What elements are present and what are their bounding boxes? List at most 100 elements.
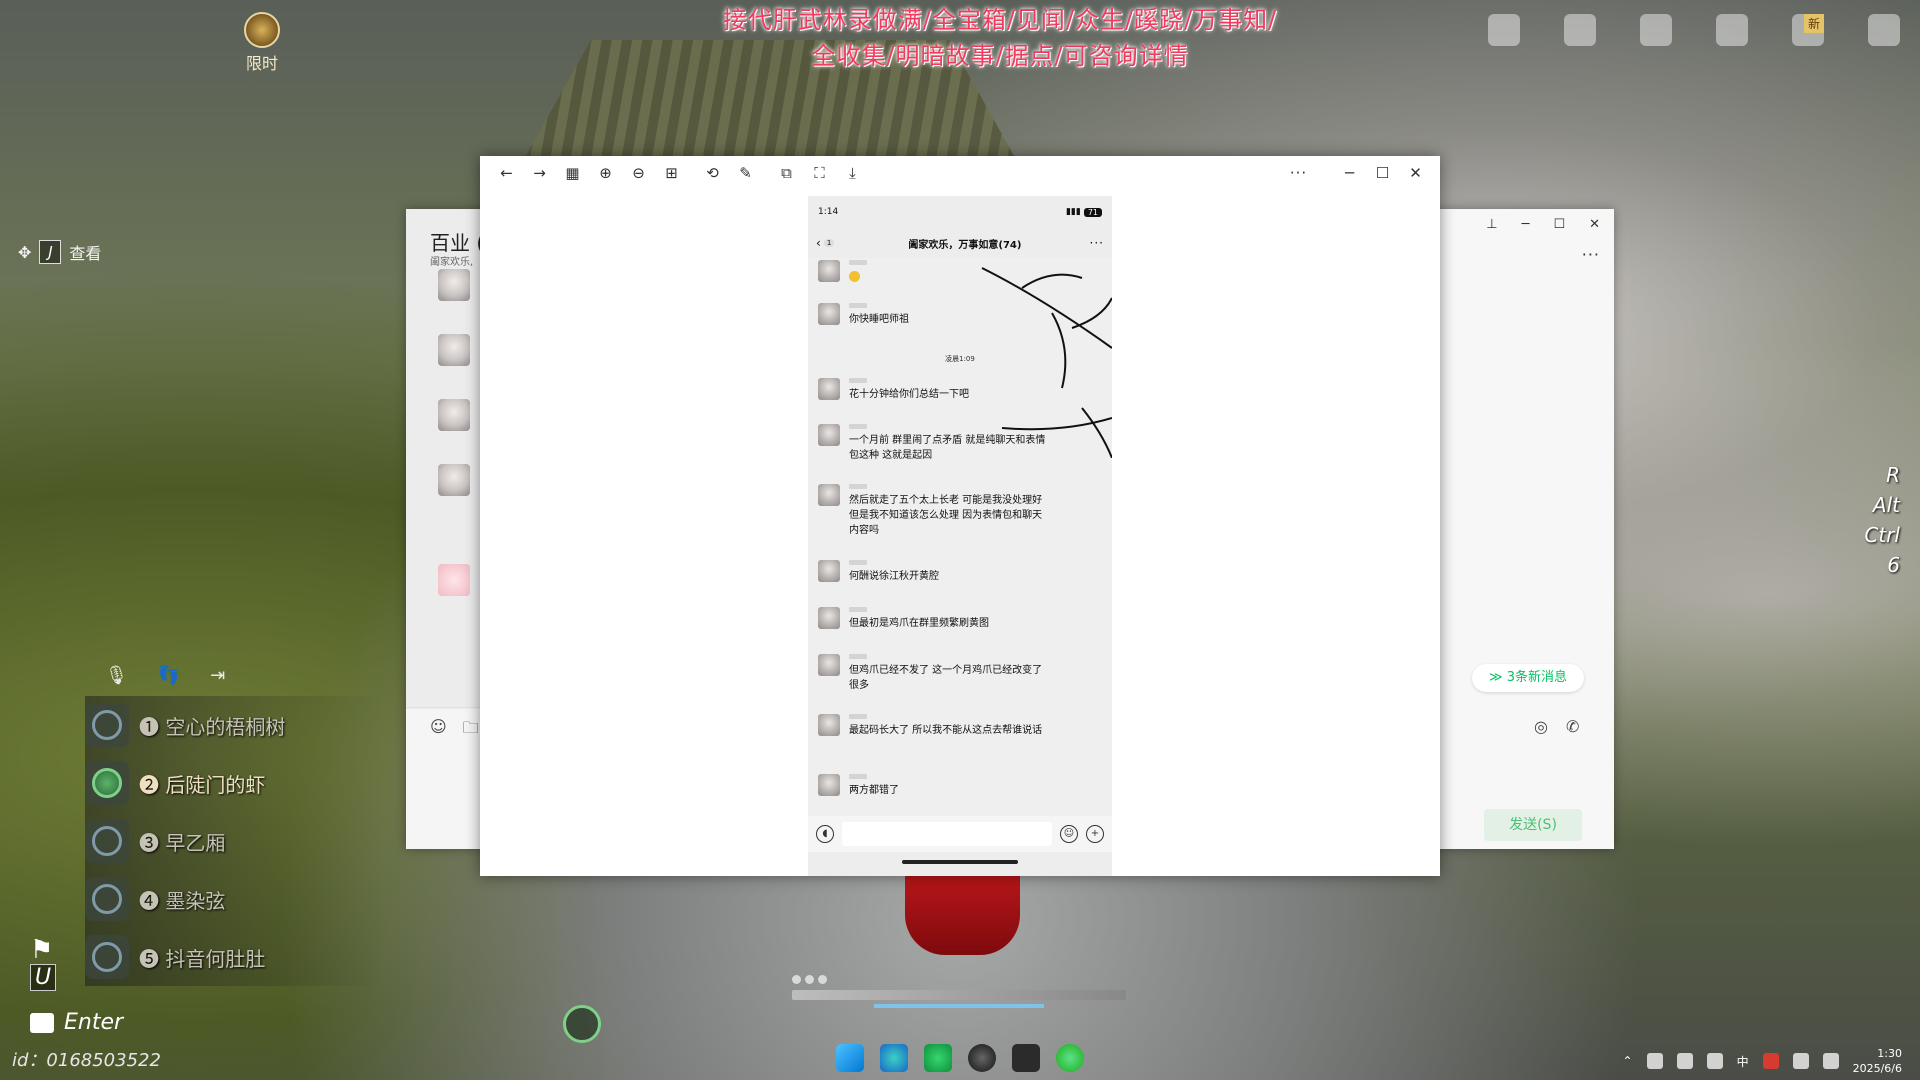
team-member[interactable]: ❹ 墨染弦 — [85, 870, 385, 928]
book-icon[interactable] — [1716, 14, 1748, 46]
footsteps-icon[interactable]: 👣 — [158, 665, 180, 686]
folder-icon[interactable]: 🗀 — [463, 717, 479, 744]
avatar — [818, 260, 840, 282]
message-text: 你快睡吧师祖 — [849, 314, 909, 325]
wechat-icon[interactable] — [1056, 1044, 1084, 1072]
windows-start-icon[interactable] — [836, 1044, 864, 1072]
tray-expand-icon[interactable]: ⌃ — [1623, 1054, 1633, 1068]
ime-indicator[interactable]: 中 — [1737, 1053, 1749, 1070]
avatar[interactable] — [438, 334, 470, 366]
chat-message: 花十分钟给你们总结一下吧 — [818, 378, 1098, 402]
flag-icon: ⚑ — [30, 935, 54, 965]
edit-icon[interactable]: ✎ — [729, 159, 762, 187]
pin-icon[interactable]: ⊥ — [1486, 217, 1497, 232]
shield-icon[interactable] — [1564, 14, 1596, 46]
network-icon[interactable] — [1792, 1053, 1809, 1069]
send-button[interactable]: 发送(S) — [1484, 809, 1582, 841]
member-status-icon — [85, 703, 129, 747]
clock[interactable]: 1:30 2025/6/6 — [1853, 1046, 1902, 1076]
phone-status-bar: 1:14 ▮▮▮ 71 — [808, 196, 1112, 228]
zoom-in-icon[interactable]: ⊕ — [589, 159, 622, 187]
team-member[interactable]: ❷ 后陡门的虾 — [85, 754, 385, 812]
volume-icon[interactable] — [1822, 1053, 1839, 1069]
avatar[interactable] — [438, 564, 470, 596]
avatar — [818, 424, 840, 446]
phone-icon[interactable]: ✆ — [1566, 717, 1579, 736]
avatar[interactable] — [438, 464, 470, 496]
clock-date: 2025/6/6 — [1852, 1062, 1902, 1075]
message-text: 然后就走了五个太上长老 可能是我没处理好 但是我不知道该怎么处理 因为表情包和聊… — [849, 495, 1043, 536]
camera-icon[interactable] — [1640, 14, 1672, 46]
emoji-icon[interactable]: ☺ — [430, 717, 447, 744]
actual-size-icon[interactable]: ⊞ — [655, 159, 688, 187]
grid-icon[interactable]: ▦ — [556, 159, 589, 187]
obs-icon[interactable] — [968, 1044, 996, 1072]
more-icon: ··· — [1089, 236, 1104, 250]
rotate-icon[interactable]: ⟲ — [696, 159, 729, 187]
more-icon[interactable]: ··· — [1582, 245, 1600, 264]
bg-chat-subtitle: 阖家欢乐, — [430, 257, 474, 268]
screenshot-icon[interactable]: ⛶ — [803, 159, 836, 187]
message-text: 一个月前 群里闹了点矛盾 就是纯聊天和表情包这种 这就是起因 — [849, 435, 1046, 461]
home-indicator — [902, 860, 1018, 864]
stamina-bar — [792, 975, 1126, 1011]
tray-app-icon[interactable] — [1646, 1053, 1663, 1069]
game-app-icon[interactable] — [1012, 1044, 1040, 1072]
bg-chat-title: 百业 ( — [430, 231, 485, 255]
viewer-window-controls: ··· ─ ☐ ✕ — [1282, 156, 1432, 190]
zoom-out-icon[interactable]: ⊖ — [622, 159, 655, 187]
mic-icon[interactable]: 🎙 — [105, 665, 128, 686]
close-icon[interactable]: ✕ — [1399, 159, 1432, 187]
team-member[interactable]: ❶ 空心的梧桐树 — [85, 696, 385, 754]
view-hint[interactable]: ✥ J 查看 — [18, 240, 101, 264]
chat-bubble-icon — [30, 1012, 54, 1033]
message-timestamp: 凌晨1:09 — [945, 355, 975, 363]
game-chat-hint[interactable]: Enter — [30, 1010, 123, 1035]
minimize-icon[interactable]: ─ — [1522, 217, 1530, 232]
app-green-icon[interactable] — [924, 1044, 952, 1072]
key-hint-r: R — [1886, 463, 1900, 487]
team-member[interactable]: ❺ 抖音何肚肚 — [85, 928, 385, 986]
avatar[interactable] — [438, 399, 470, 431]
avatar — [818, 303, 840, 325]
system-tray: ⌃ 中 1:30 2025/6/6 — [1623, 1046, 1902, 1076]
steam-icon[interactable] — [1676, 1053, 1693, 1069]
flag-hint[interactable]: ⚑ U — [30, 935, 57, 991]
avatar — [818, 607, 840, 629]
avatar — [818, 484, 840, 506]
maximize-icon[interactable]: ☐ — [1366, 159, 1399, 187]
limited-time-event[interactable]: 限时 — [232, 12, 292, 73]
member-name: 空心的梧桐树 — [165, 714, 286, 739]
download-icon[interactable]: ⤓ — [836, 159, 869, 187]
hud-top-right — [1488, 14, 1900, 46]
member-status-icon — [85, 935, 129, 979]
voice-mic-icon[interactable] — [563, 1005, 601, 1043]
arrow-left-icon[interactable]: ← — [490, 159, 523, 187]
copy-icon[interactable]: ⧉ — [770, 159, 803, 187]
avatar[interactable] — [438, 269, 470, 301]
more-icon[interactable]: ··· — [1282, 159, 1315, 187]
minimize-icon[interactable]: ─ — [1333, 159, 1366, 187]
avatar — [818, 654, 840, 676]
figure-icon[interactable] — [1792, 14, 1824, 46]
exit-icon[interactable]: ⇥ — [210, 665, 225, 686]
edge-icon[interactable] — [880, 1044, 908, 1072]
member-number: ❸ — [139, 830, 159, 855]
member-name: 后陡门的虾 — [165, 772, 266, 797]
sogou-icon[interactable] — [1762, 1053, 1779, 1069]
team-member[interactable]: ❸ 早乙厢 — [85, 812, 385, 870]
battery-level: 71 — [1083, 207, 1102, 217]
view-label: 查看 — [69, 244, 102, 263]
menu-icon[interactable] — [1868, 14, 1900, 46]
member-number: ❷ — [139, 772, 159, 797]
location-icon[interactable]: ◎ — [1534, 717, 1548, 736]
new-messages-pill[interactable]: ≫ 3条新消息 — [1472, 664, 1584, 692]
event-icon — [244, 12, 280, 48]
member-name: 早乙厢 — [165, 830, 226, 855]
key-hint-alt: Alt — [1872, 493, 1900, 517]
scroll-icon[interactable] — [1488, 14, 1520, 46]
mic-icon[interactable] — [1706, 1053, 1723, 1069]
arrow-right-icon[interactable]: → — [523, 159, 556, 187]
maximize-icon[interactable]: ☐ — [1553, 217, 1565, 232]
close-icon[interactable]: ✕ — [1589, 217, 1600, 232]
